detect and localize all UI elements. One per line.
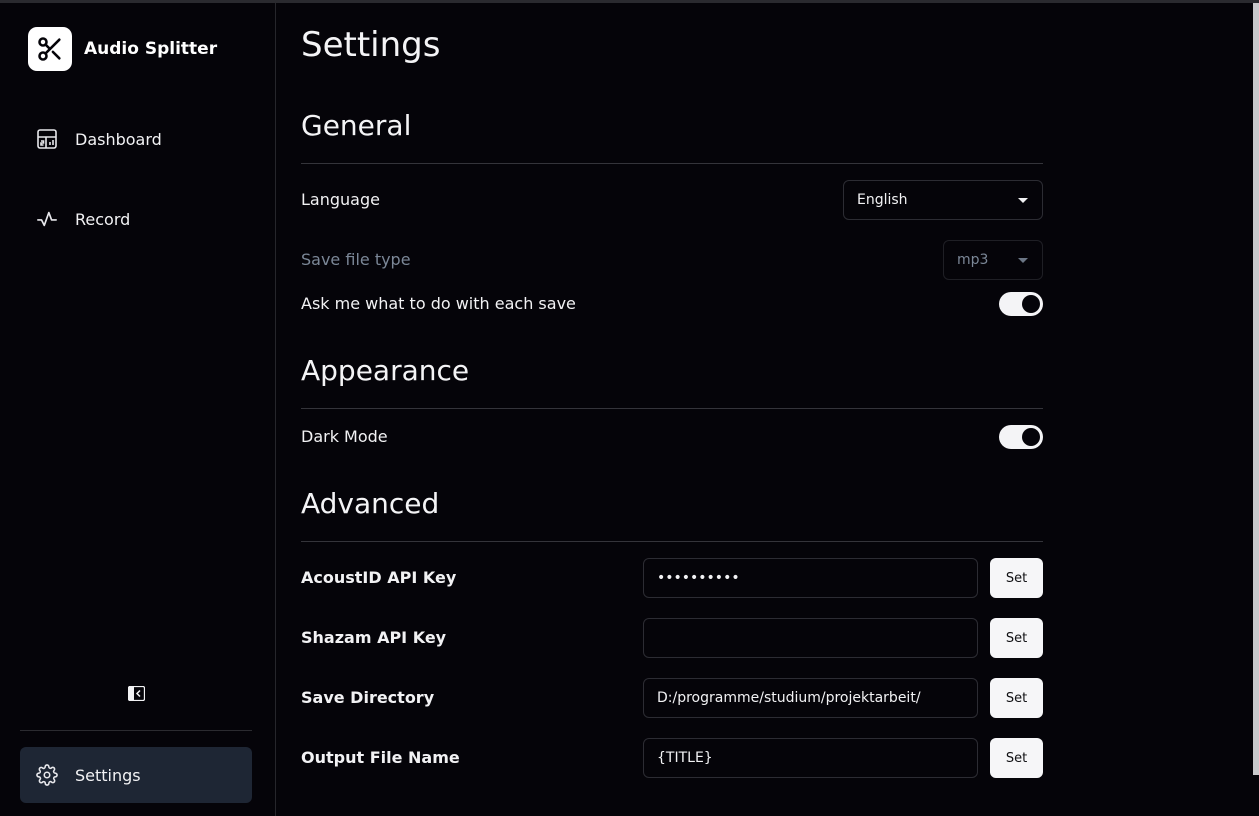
- sidebar-item-label: Settings: [75, 765, 141, 785]
- language-select-value: English: [857, 192, 908, 208]
- scissors-icon: [28, 27, 72, 71]
- section-title-general: General: [301, 109, 412, 142]
- ask-each-save-toggle[interactable]: [999, 292, 1043, 316]
- dashboard-icon: [36, 128, 58, 150]
- app-name: Audio Splitter: [84, 39, 218, 59]
- activity-icon: [36, 208, 58, 230]
- acoustid-key-label: AcoustID API Key: [301, 568, 457, 587]
- toggle-knob: [1022, 295, 1040, 313]
- sidebar-item-label: Dashboard: [75, 129, 162, 149]
- sidebar-item-label: Record: [75, 209, 131, 229]
- chevron-down-icon: [1018, 258, 1028, 263]
- acoustid-key-set-button[interactable]: Set: [990, 558, 1043, 598]
- save-directory-input[interactable]: [643, 678, 978, 718]
- language-select[interactable]: English: [843, 180, 1043, 220]
- acoustid-key-input[interactable]: [643, 558, 978, 598]
- sidebar-item-record[interactable]: Record: [20, 191, 252, 247]
- save-directory-label: Save Directory: [301, 688, 435, 707]
- app-window: Audio Splitter Dashboard Record Settings…: [0, 3, 1259, 816]
- section-divider: [301, 541, 1043, 542]
- brand: Audio Splitter: [28, 27, 217, 71]
- file-type-select[interactable]: mp3: [943, 240, 1043, 280]
- output-file-name-input[interactable]: [643, 738, 978, 778]
- file-type-select-value: mp3: [957, 252, 989, 268]
- section-title-appearance: Appearance: [301, 354, 470, 387]
- section-divider: [301, 408, 1043, 409]
- settings-panel: Settings General Language English Save f…: [301, 3, 1043, 816]
- dark-mode-toggle[interactable]: [999, 425, 1043, 449]
- ask-each-save-label: Ask me what to do with each save: [301, 294, 576, 313]
- collapse-sidebar-icon[interactable]: [126, 683, 146, 703]
- language-label: Language: [301, 190, 380, 209]
- section-divider: [301, 163, 1043, 164]
- save-directory-set-button[interactable]: Set: [990, 678, 1043, 718]
- sidebar-item-dashboard[interactable]: Dashboard: [20, 111, 252, 167]
- sidebar-divider: [20, 730, 252, 731]
- section-title-advanced: Advanced: [301, 487, 440, 520]
- shazam-key-label: Shazam API Key: [301, 628, 447, 647]
- sidebar-item-settings[interactable]: Settings: [20, 747, 252, 803]
- gear-icon: [36, 764, 58, 786]
- output-file-name-set-button[interactable]: Set: [990, 738, 1043, 778]
- sidebar: Audio Splitter Dashboard Record Settings: [0, 3, 276, 816]
- file-type-label: Save file type: [301, 250, 411, 269]
- page-title: Settings: [301, 25, 441, 65]
- chevron-down-icon: [1018, 198, 1028, 203]
- shazam-key-set-button[interactable]: Set: [990, 618, 1043, 658]
- dark-mode-label: Dark Mode: [301, 427, 388, 446]
- output-file-name-label: Output File Name: [301, 748, 460, 767]
- toggle-knob: [1022, 428, 1040, 446]
- shazam-key-input[interactable]: [643, 618, 978, 658]
- scrollbar[interactable]: [1253, 3, 1259, 775]
